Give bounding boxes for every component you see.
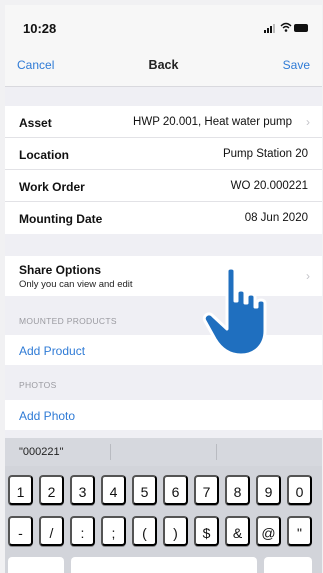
key-at[interactable]: @ (256, 516, 281, 546)
key-5[interactable]: 5 (132, 475, 157, 505)
key-6[interactable]: 6 (163, 475, 188, 505)
key-0[interactable]: 0 (287, 475, 312, 505)
key-partial[interactable] (8, 557, 64, 573)
row-label: Location (19, 148, 69, 162)
add-photo-row[interactable]: Add Photo (5, 400, 322, 430)
row-value: Pump Station 20 (222, 148, 308, 160)
key-quote[interactable]: " (287, 516, 312, 546)
navigation-bar: Cancel Back Save (5, 43, 322, 87)
suggestion-bar: "000221" (5, 438, 322, 466)
app-frame: 10:28 Cancel Back Save Asset HWP 20.001,… (5, 5, 322, 573)
row-location[interactable]: Location Pump Station 20 (5, 138, 322, 170)
share-options-title: Share Options (19, 263, 102, 277)
add-photo-link[interactable]: Add Photo (19, 409, 75, 423)
key-colon[interactable]: : (70, 516, 95, 546)
details-group: Asset HWP 20.001, Heat water pump › Loca… (5, 106, 322, 234)
key-semicolon[interactable]: ; (101, 516, 126, 546)
row-value: WO 20.000221 (230, 180, 308, 192)
key-1[interactable]: 1 (8, 475, 33, 505)
key-close-paren[interactable]: ) (163, 516, 188, 546)
row-label: Mounting Date (19, 212, 103, 226)
row-work-order[interactable]: Work Order WO 20.000221 (5, 170, 322, 202)
key-2[interactable]: 2 (39, 475, 64, 505)
row-asset[interactable]: Asset HWP 20.001, Heat water pump › (5, 106, 322, 138)
status-bar: 10:28 (5, 5, 322, 43)
chevron-right-icon: › (306, 269, 310, 283)
status-time: 10:28 (23, 21, 57, 36)
key-hyphen[interactable]: - (8, 516, 33, 546)
share-options-subtitle: Only you can view and edit (19, 279, 133, 290)
battery-icon (294, 24, 308, 32)
photos-header: PHOTOS (19, 380, 57, 390)
key-dollar[interactable]: $ (194, 516, 219, 546)
mounted-products-header: MOUNTED PRODUCTS (19, 316, 117, 326)
suggestion-divider (110, 444, 111, 460)
chevron-right-icon: › (306, 115, 310, 129)
row-mounting-date[interactable]: Mounting Date 08 Jun 2020 (5, 202, 322, 234)
save-button[interactable]: Save (283, 58, 310, 72)
numeric-keyboard: "000221" 1 2 3 4 5 6 7 8 9 0 - / : ; ( )… (5, 438, 322, 573)
key-partial[interactable] (264, 557, 312, 573)
key-8[interactable]: 8 (225, 475, 250, 505)
row-label: Work Order (19, 180, 85, 194)
key-slash[interactable]: / (39, 516, 64, 546)
key-9[interactable]: 9 (256, 475, 281, 505)
key-4[interactable]: 4 (101, 475, 126, 505)
nav-title: Back (148, 58, 179, 72)
wifi-icon (280, 22, 292, 32)
add-product-link[interactable]: Add Product (19, 344, 85, 358)
key-7[interactable]: 7 (194, 475, 219, 505)
key-open-paren[interactable]: ( (132, 516, 157, 546)
key-partial[interactable] (71, 557, 257, 573)
suggestion-item[interactable]: "000221" (19, 446, 64, 458)
suggestion-divider (216, 444, 217, 460)
pointing-hand-icon (202, 267, 267, 357)
row-value: 08 Jun 2020 (244, 212, 308, 224)
key-ampersand[interactable]: & (225, 516, 250, 546)
row-label: Asset (19, 116, 52, 130)
key-3[interactable]: 3 (70, 475, 95, 505)
status-icons (264, 22, 308, 33)
row-value: HWP 20.001, Heat water pump (133, 116, 292, 128)
